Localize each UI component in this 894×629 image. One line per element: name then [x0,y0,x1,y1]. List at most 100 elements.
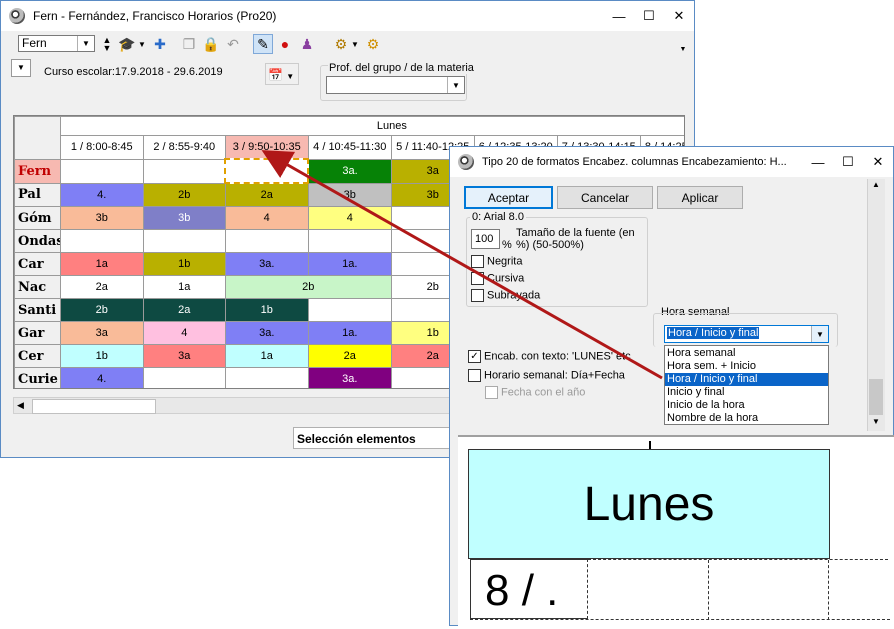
timetable-cell[interactable] [59,229,144,253]
timetable-cell[interactable]: 2a [142,298,226,322]
bold-checkbox[interactable]: Negrita [471,255,522,268]
timetable-cell[interactable] [224,367,309,388]
timetable-cell[interactable] [142,229,226,253]
timetable-cell[interactable]: 3a [142,344,226,368]
timetable-cell[interactable]: 2b [142,182,226,207]
period-header[interactable]: 4 / 10:45-11:30 [307,135,392,160]
dialog-vertical-scrollbar[interactable]: ▲ ▼ [867,179,885,431]
row-header[interactable]: Pal [14,182,61,207]
grid-move-icon[interactable]: ✚ [150,34,170,54]
timetable-cell[interactable]: 4. [59,182,144,207]
row-header[interactable]: Cer [14,344,61,368]
close-icon[interactable]: ✕ [863,147,893,177]
timetable-cell[interactable]: 1b [59,344,144,368]
timetable-cell[interactable] [142,367,226,388]
maximize-icon[interactable]: ☐ [634,1,664,31]
timetable-cell[interactable]: 3b [307,182,392,207]
checkbox-icon[interactable] [468,369,481,382]
timetable-cell[interactable] [59,158,144,184]
chevron-down-icon[interactable]: ▼ [77,36,94,51]
checkbox-icon[interactable] [471,289,484,302]
fecha-anio-checkbox[interactable]: Fecha con el año [485,386,585,399]
dropdown-option[interactable]: Inicio de la hora [665,399,828,412]
timetable-cell[interactable]: 4. [59,367,144,388]
users-icon[interactable]: ♟ [297,34,317,54]
timetable-cell[interactable]: 4 [142,321,226,345]
chevron-down-icon[interactable]: ▼ [447,77,464,93]
spin-arrows-icon[interactable]: ▲ ▼ [97,34,117,54]
timetable-cell-selected[interactable] [224,158,310,184]
row-header[interactable]: Car [14,252,61,276]
row-header[interactable]: Ondas [14,229,61,253]
timetable-cell[interactable]: 1a [224,344,309,368]
scroll-left-icon[interactable]: ◀ [17,400,24,411]
timetable-cell[interactable]: 2a [59,275,144,299]
timetable-cell[interactable]: 3a [59,321,144,345]
timetable-cell[interactable]: 3a. [224,321,309,345]
horizontal-scrollbar[interactable]: ◀ [13,397,453,414]
row-header[interactable]: Santi [14,298,61,322]
scroll-up-icon[interactable]: ▲ [872,180,880,189]
timetable-cell[interactable]: 4 [307,206,392,230]
period-header[interactable]: 1 / 8:00-8:45 [59,135,144,160]
row-header[interactable]: Fern [14,158,61,184]
checkmark-icon[interactable]: ✓ [468,350,481,363]
toolbar-overflow-icon[interactable]: ▼ [673,39,693,59]
timetable-cell[interactable]: 2a [224,182,309,207]
checkbox-icon[interactable] [471,255,484,268]
gear-icon[interactable]: ⚙ [363,34,383,54]
hora-combo[interactable]: Hora / Inicio y final ▼ [664,325,829,343]
timetable-cell[interactable]: 3a. [307,158,392,184]
timetable-cell[interactable] [224,229,309,253]
scrollbar-thumb[interactable] [869,379,883,415]
timetable-cell[interactable]: 3a. [224,252,309,276]
timetable-cell[interactable] [307,298,392,322]
italic-checkbox[interactable]: Cursiva [471,272,524,285]
minimize-icon[interactable]: — [803,147,833,177]
close-icon[interactable]: ✕ [664,1,694,31]
brush-icon[interactable]: ✎ [253,34,273,54]
timetable-cell[interactable]: 2b [224,275,392,299]
timetable-cell[interactable] [307,229,392,253]
settings-icon[interactable]: ⚙ [331,34,351,54]
timetable-cell[interactable]: 2b [59,298,144,322]
dropdown-option-selected[interactable]: Hora / Inicio y final [665,373,828,386]
checkbox-icon[interactable] [485,386,498,399]
dropdown-small-icon[interactable]: ▼ [137,34,147,54]
apply-button[interactable]: Aplicar [657,186,743,209]
timetable-cell[interactable]: 3b [59,206,144,230]
timetable-cell[interactable]: 3b [142,206,226,230]
timetable-cell[interactable]: 1a [142,275,226,299]
timetable-cell[interactable]: 1b [224,298,309,322]
dropdown-option[interactable]: Hora sem. + Inicio [665,360,828,373]
scrollbar-thumb[interactable] [32,399,156,414]
checkbox-icon[interactable] [471,272,484,285]
lock-icon[interactable]: 🔒 [201,34,221,54]
dropdown-option[interactable]: Nombre de la hora [665,412,828,425]
underline-checkbox[interactable]: Subrayada [471,289,540,302]
calendar-icon[interactable]: 📅 ▼ [265,63,299,85]
timetable-cell[interactable]: 1a. [307,321,392,345]
scroll-down-icon[interactable]: ▼ [872,417,880,426]
timetable-cell[interactable]: 2a [307,344,392,368]
row-header[interactable]: Gar [14,321,61,345]
row-header[interactable]: Nac [14,275,61,299]
undo-icon[interactable]: ↶ [223,34,243,54]
minimize-icon[interactable]: — [604,1,634,31]
cancel-button[interactable]: Cancelar [557,186,653,209]
period-header[interactable]: 2 / 8:55-9:40 [142,135,226,160]
timetable-cell[interactable] [142,158,226,184]
timetable-cell[interactable]: 1a. [307,252,392,276]
chevron-down-icon[interactable]: ▼ [811,326,828,342]
pin-icon[interactable]: ● [275,34,295,54]
timetable-cell[interactable]: 3a. [307,367,392,388]
font-size-input[interactable]: 100 [471,229,500,249]
maximize-icon[interactable]: ☐ [833,147,863,177]
timetable-cell[interactable]: 1b [142,252,226,276]
dropdown-option[interactable]: Inicio y final [665,386,828,399]
dropdown-settings-icon[interactable]: ▼ [350,34,360,54]
encab-checkbox[interactable]: ✓ Encab. con texto: 'LUNES' etc [468,350,631,363]
dropdown-option[interactable]: Hora semanal [665,347,828,360]
horario-semanal-checkbox[interactable]: Horario semanal: Día+Fecha [468,369,625,382]
dropdown-menu-button[interactable]: ▼ [11,59,31,77]
